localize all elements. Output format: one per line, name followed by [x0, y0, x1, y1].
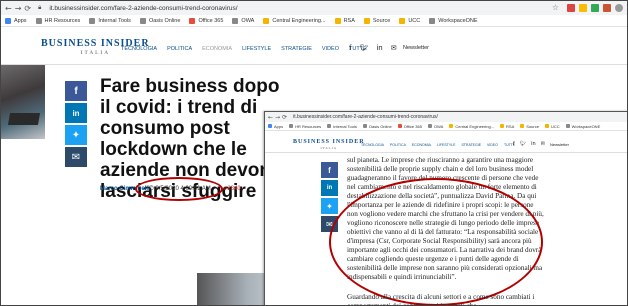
reload-icon[interactable]: ⟳	[24, 4, 31, 13]
back-address-bar: ← → ⟳ 🔒︎ it.businessinsider.com/fare-2-a…	[1, 1, 627, 15]
back-url-field[interactable]: it.businessinsider.com/fare-2-aziende-co…	[49, 5, 237, 12]
bookmark-item[interactable]: OWA	[232, 17, 254, 24]
article-hero-photo	[1, 65, 45, 139]
menu-item-video[interactable]: VIDEO	[322, 46, 339, 52]
bookmark-item[interactable]: HR Resources	[289, 124, 321, 129]
newsletter-link[interactable]: Newsletter	[550, 142, 569, 147]
front-bookmarks-bar: Apps HR Resources Internal Tools Oasis O…	[265, 122, 627, 131]
bookmark-item[interactable]: RSA	[334, 17, 355, 24]
bookmark-item[interactable]: WorkspaceONE	[565, 124, 600, 129]
menu-item-tecnologia[interactable]: TECNOLOGIA	[361, 143, 384, 147]
bookmark-item[interactable]: Office 365	[189, 17, 223, 24]
front-address-bar: ← → ⟳ it.businessinsider.com/fare-2-azie…	[265, 112, 627, 122]
linkedin-share-icon[interactable]: in	[321, 180, 338, 196]
business-insider-logo[interactable]: BUSINESS INSIDER ITALIA	[293, 139, 365, 151]
bookmark-item[interactable]: Central Engineering...	[449, 124, 494, 129]
email-share-icon[interactable]: ✉	[65, 147, 87, 167]
lock-icon: 🔒︎	[38, 4, 42, 11]
email-icon[interactable]: ✉	[391, 44, 397, 52]
facebook-share-icon[interactable]: f	[65, 81, 87, 101]
extension-icon[interactable]	[579, 4, 587, 12]
menu-item-lifestyle[interactable]: LIFESTYLE	[242, 46, 271, 52]
header-social-links: f 🐦︎ in ✉	[513, 141, 550, 147]
menu-item-video[interactable]: VIDEO	[487, 143, 498, 147]
newsletter-link[interactable]: Newsletter	[403, 45, 429, 51]
bookmark-item[interactable]: Source	[520, 124, 539, 129]
twitter-share-icon[interactable]: ✦	[65, 125, 87, 145]
article-views: 🔥︎2340	[223, 186, 241, 192]
site-header: BUSINESS INSIDER ITALIA TECNOLOGIA POLITI…	[1, 27, 627, 65]
highlight-ellipse-date	[135, 177, 223, 201]
facebook-icon[interactable]: f	[513, 141, 515, 147]
menu-item-tecnologia[interactable]: TECNOLOGIA	[121, 46, 157, 52]
twitter-share-icon[interactable]: ✦	[321, 198, 338, 214]
facebook-share-icon[interactable]: f	[321, 162, 338, 178]
highlight-ellipse-paragraph	[329, 178, 543, 305]
back-arrow-icon[interactable]: ←	[268, 114, 273, 121]
bookmark-item[interactable]: UCC	[544, 124, 560, 129]
bookmark-item[interactable]: Source	[363, 17, 390, 24]
menu-item-politica[interactable]: POLITICA	[390, 143, 406, 147]
back-bookmarks-bar: Apps HR Resources Internal Tools Oasis O…	[1, 15, 627, 27]
bookmark-item[interactable]: OWA	[427, 124, 443, 129]
bookmark-item[interactable]: Internal Tools	[89, 17, 131, 24]
twitter-icon[interactable]: 🐦︎	[359, 44, 368, 52]
bookmark-item[interactable]: Central Engineering...	[263, 17, 326, 24]
linkedin-share-icon[interactable]: in	[65, 103, 87, 123]
menu-item-economia[interactable]: ECONOMIA	[412, 143, 431, 147]
bookmark-item[interactable]: Office 365	[397, 124, 422, 129]
email-icon[interactable]: ✉	[541, 141, 545, 147]
profile-avatar[interactable]	[615, 4, 623, 12]
linkedin-icon[interactable]: in	[376, 44, 382, 52]
zoomed-screenshot: ← → ⟳ it.businessinsider.com/fare-2-azie…	[264, 111, 627, 306]
bookmark-item[interactable]: Oasis Online	[362, 124, 392, 129]
extension-icon[interactable]	[591, 4, 599, 12]
extension-icon[interactable]	[603, 4, 611, 12]
bookmark-item[interactable]: Internal Tools	[327, 124, 357, 129]
bookmark-star-icon[interactable]: ☆	[552, 3, 559, 12]
front-url-field[interactable]: it.businessinsider.com/fare-2-aziende-co…	[293, 114, 438, 120]
front-site-header: BUSINESS INSIDER ITALIA TECNOLOGIA POLITI…	[265, 131, 627, 153]
facebook-icon[interactable]: f	[349, 44, 351, 52]
bookmark-item[interactable]: WorkspaceONE	[429, 17, 478, 24]
header-social-links: f 🐦︎ in ✉	[349, 44, 405, 52]
bookmark-item[interactable]: Apps	[5, 17, 27, 24]
forward-arrow-icon[interactable]: →	[15, 4, 22, 13]
composite-screenshot: ← → ⟳ 🔒︎ it.businessinsider.com/fare-2-a…	[0, 0, 628, 306]
bookmark-item[interactable]: Apps	[268, 124, 283, 129]
forward-arrow-icon[interactable]: →	[275, 114, 280, 121]
menu-item-economia[interactable]: ECONOMIA	[202, 46, 232, 52]
menu-item-politica[interactable]: POLITICA	[167, 46, 192, 52]
main-menu: TECNOLOGIA POLITICA ECONOMIA LIFESTYLE S…	[361, 143, 521, 147]
reload-icon[interactable]: ⟳	[282, 114, 287, 121]
menu-item-strategie[interactable]: STRATEGIE	[281, 46, 312, 52]
article-paragraph: Guardando alla crescita di alcuni settor…	[347, 293, 535, 306]
bookmark-item[interactable]: Oasis Online	[139, 17, 180, 24]
menu-item-lifestyle[interactable]: LIFESTYLE	[437, 143, 455, 147]
bookmark-item[interactable]: HR Resources	[35, 17, 80, 24]
back-arrow-icon[interactable]: ←	[5, 4, 12, 13]
main-menu: TECNOLOGIA POLITICA ECONOMIA LIFESTYLE S…	[121, 46, 377, 52]
twitter-icon[interactable]: 🐦︎	[520, 141, 526, 147]
bookmark-item[interactable]: RSA	[500, 124, 514, 129]
bookmark-item[interactable]: UCC	[399, 17, 420, 24]
linkedin-icon[interactable]: in	[531, 141, 536, 147]
extension-icon[interactable]	[567, 4, 575, 12]
menu-item-strategie[interactable]: STRATEGIE	[461, 143, 481, 147]
